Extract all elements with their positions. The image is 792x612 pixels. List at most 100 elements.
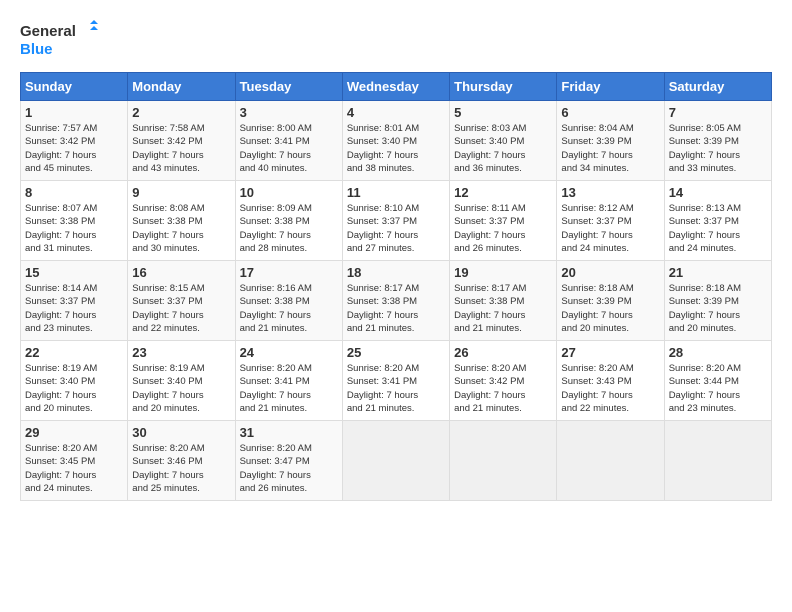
calendar-cell: 9 Sunrise: 8:08 AMSunset: 3:38 PMDaylight… — [128, 181, 235, 261]
day-number: 16 — [132, 265, 230, 280]
logo: General Blue — [20, 20, 100, 62]
calendar-week-row: 29 Sunrise: 8:20 AMSunset: 3:45 PMDayligh… — [21, 421, 772, 501]
day-info: Sunrise: 8:20 AMSunset: 3:47 PMDaylight:… — [240, 442, 338, 495]
calendar-cell: 20 Sunrise: 8:18 AMSunset: 3:39 PMDayligh… — [557, 261, 664, 341]
day-header-friday: Friday — [557, 73, 664, 101]
calendar-cell: 2 Sunrise: 7:58 AMSunset: 3:42 PMDaylight… — [128, 101, 235, 181]
day-number: 13 — [561, 185, 659, 200]
day-number: 15 — [25, 265, 123, 280]
calendar-cell — [450, 421, 557, 501]
calendar-cell: 6 Sunrise: 8:04 AMSunset: 3:39 PMDaylight… — [557, 101, 664, 181]
calendar-cell: 22 Sunrise: 8:19 AMSunset: 3:40 PMDayligh… — [21, 341, 128, 421]
day-number: 25 — [347, 345, 445, 360]
svg-text:Blue: Blue — [20, 41, 53, 58]
day-header-wednesday: Wednesday — [342, 73, 449, 101]
day-number: 19 — [454, 265, 552, 280]
calendar-cell: 12Sunrise: 8:11 AMSunset: 3:37 PMDayligh… — [450, 181, 557, 261]
day-number: 27 — [561, 345, 659, 360]
day-info: Sunrise: 8:19 AMSunset: 3:40 PMDaylight:… — [132, 362, 230, 415]
day-info: Sunrise: 8:08 AMSunset: 3:38 PMDaylight:… — [132, 202, 230, 255]
calendar-table: SundayMondayTuesdayWednesdayThursdayFrid… — [20, 72, 772, 501]
calendar-cell: 29 Sunrise: 8:20 AMSunset: 3:45 PMDayligh… — [21, 421, 128, 501]
day-info: Sunrise: 8:18 AMSunset: 3:39 PMDaylight:… — [669, 282, 767, 335]
day-number: 10 — [240, 185, 338, 200]
day-number: 21 — [669, 265, 767, 280]
calendar-cell: 16 Sunrise: 8:15 AMSunset: 3:37 PMDayligh… — [128, 261, 235, 341]
calendar-cell: 14 Sunrise: 8:13 AMSunset: 3:37 PMDayligh… — [664, 181, 771, 261]
day-info: Sunrise: 8:19 AMSunset: 3:40 PMDaylight:… — [25, 362, 123, 415]
day-number: 30 — [132, 425, 230, 440]
day-header-tuesday: Tuesday — [235, 73, 342, 101]
day-info: Sunrise: 8:15 AMSunset: 3:37 PMDaylight:… — [132, 282, 230, 335]
calendar-cell: 28Sunrise: 8:20 AMSunset: 3:44 PMDayligh… — [664, 341, 771, 421]
calendar-cell: 10Sunrise: 8:09 AMSunset: 3:38 PMDayligh… — [235, 181, 342, 261]
calendar-body: 1 Sunrise: 7:57 AMSunset: 3:42 PMDaylight… — [21, 101, 772, 501]
day-info: Sunrise: 8:20 AMSunset: 3:43 PMDaylight:… — [561, 362, 659, 415]
day-info: Sunrise: 8:07 AMSunset: 3:38 PMDaylight:… — [25, 202, 123, 255]
day-info: Sunrise: 8:10 AMSunset: 3:37 PMDaylight:… — [347, 202, 445, 255]
day-info: Sunrise: 8:20 AMSunset: 3:42 PMDaylight:… — [454, 362, 552, 415]
day-info: Sunrise: 7:58 AMSunset: 3:42 PMDaylight:… — [132, 122, 230, 175]
day-info: Sunrise: 7:57 AMSunset: 3:42 PMDaylight:… — [25, 122, 123, 175]
calendar-cell: 15Sunrise: 8:14 AMSunset: 3:37 PMDayligh… — [21, 261, 128, 341]
calendar-cell: 11 Sunrise: 8:10 AMSunset: 3:37 PMDayligh… — [342, 181, 449, 261]
calendar-week-row: 22 Sunrise: 8:19 AMSunset: 3:40 PMDayligh… — [21, 341, 772, 421]
day-info: Sunrise: 8:00 AMSunset: 3:41 PMDaylight:… — [240, 122, 338, 175]
day-info: Sunrise: 8:04 AMSunset: 3:39 PMDaylight:… — [561, 122, 659, 175]
day-number: 8 — [25, 185, 123, 200]
day-number: 24 — [240, 345, 338, 360]
calendar-cell: 1 Sunrise: 7:57 AMSunset: 3:42 PMDaylight… — [21, 101, 128, 181]
day-info: Sunrise: 8:20 AMSunset: 3:45 PMDaylight:… — [25, 442, 123, 495]
day-info: Sunrise: 8:12 AMSunset: 3:37 PMDaylight:… — [561, 202, 659, 255]
calendar-week-row: 15Sunrise: 8:14 AMSunset: 3:37 PMDayligh… — [21, 261, 772, 341]
day-info: Sunrise: 8:20 AMSunset: 3:44 PMDaylight:… — [669, 362, 767, 415]
day-number: 11 — [347, 185, 445, 200]
day-header-thursday: Thursday — [450, 73, 557, 101]
day-header-sunday: Sunday — [21, 73, 128, 101]
day-number: 31 — [240, 425, 338, 440]
logo-svg: General Blue — [20, 20, 100, 62]
day-info: Sunrise: 8:05 AMSunset: 3:39 PMDaylight:… — [669, 122, 767, 175]
calendar-cell: 24Sunrise: 8:20 AMSunset: 3:41 PMDayligh… — [235, 341, 342, 421]
day-number: 18 — [347, 265, 445, 280]
calendar-cell: 5 Sunrise: 8:03 AMSunset: 3:40 PMDaylight… — [450, 101, 557, 181]
day-number: 6 — [561, 105, 659, 120]
calendar-cell: 30Sunrise: 8:20 AMSunset: 3:46 PMDayligh… — [128, 421, 235, 501]
calendar-cell: 17 Sunrise: 8:16 AMSunset: 3:38 PMDayligh… — [235, 261, 342, 341]
day-info: Sunrise: 8:18 AMSunset: 3:39 PMDaylight:… — [561, 282, 659, 335]
day-number: 4 — [347, 105, 445, 120]
calendar-cell: 27 Sunrise: 8:20 AMSunset: 3:43 PMDayligh… — [557, 341, 664, 421]
day-number: 17 — [240, 265, 338, 280]
day-number: 22 — [25, 345, 123, 360]
svg-text:General: General — [20, 23, 76, 40]
day-info: Sunrise: 8:13 AMSunset: 3:37 PMDaylight:… — [669, 202, 767, 255]
day-info: Sunrise: 8:16 AMSunset: 3:38 PMDaylight:… — [240, 282, 338, 335]
day-header-saturday: Saturday — [664, 73, 771, 101]
day-info: Sunrise: 8:17 AMSunset: 3:38 PMDaylight:… — [347, 282, 445, 335]
day-number: 20 — [561, 265, 659, 280]
calendar-cell: 7Sunrise: 8:05 AMSunset: 3:39 PMDaylight… — [664, 101, 771, 181]
calendar-cell: 31 Sunrise: 8:20 AMSunset: 3:47 PMDayligh… — [235, 421, 342, 501]
day-number: 9 — [132, 185, 230, 200]
day-info: Sunrise: 8:17 AMSunset: 3:38 PMDaylight:… — [454, 282, 552, 335]
day-header-monday: Monday — [128, 73, 235, 101]
page-header: General Blue — [20, 20, 772, 62]
day-info: Sunrise: 8:03 AMSunset: 3:40 PMDaylight:… — [454, 122, 552, 175]
day-number: 5 — [454, 105, 552, 120]
calendar-cell: 8 Sunrise: 8:07 AMSunset: 3:38 PMDaylight… — [21, 181, 128, 261]
day-info: Sunrise: 8:20 AMSunset: 3:41 PMDaylight:… — [347, 362, 445, 415]
calendar-cell — [664, 421, 771, 501]
calendar-cell: 25 Sunrise: 8:20 AMSunset: 3:41 PMDayligh… — [342, 341, 449, 421]
day-number: 29 — [25, 425, 123, 440]
calendar-cell — [342, 421, 449, 501]
day-number: 1 — [25, 105, 123, 120]
calendar-cell: 3 Sunrise: 8:00 AMSunset: 3:41 PMDaylight… — [235, 101, 342, 181]
day-number: 2 — [132, 105, 230, 120]
day-number: 12 — [454, 185, 552, 200]
calendar-week-row: 1 Sunrise: 7:57 AMSunset: 3:42 PMDaylight… — [21, 101, 772, 181]
day-number: 3 — [240, 105, 338, 120]
calendar-cell: 18 Sunrise: 8:17 AMSunset: 3:38 PMDayligh… — [342, 261, 449, 341]
day-info: Sunrise: 8:01 AMSunset: 3:40 PMDaylight:… — [347, 122, 445, 175]
day-number: 14 — [669, 185, 767, 200]
calendar-cell: 26Sunrise: 8:20 AMSunset: 3:42 PMDayligh… — [450, 341, 557, 421]
